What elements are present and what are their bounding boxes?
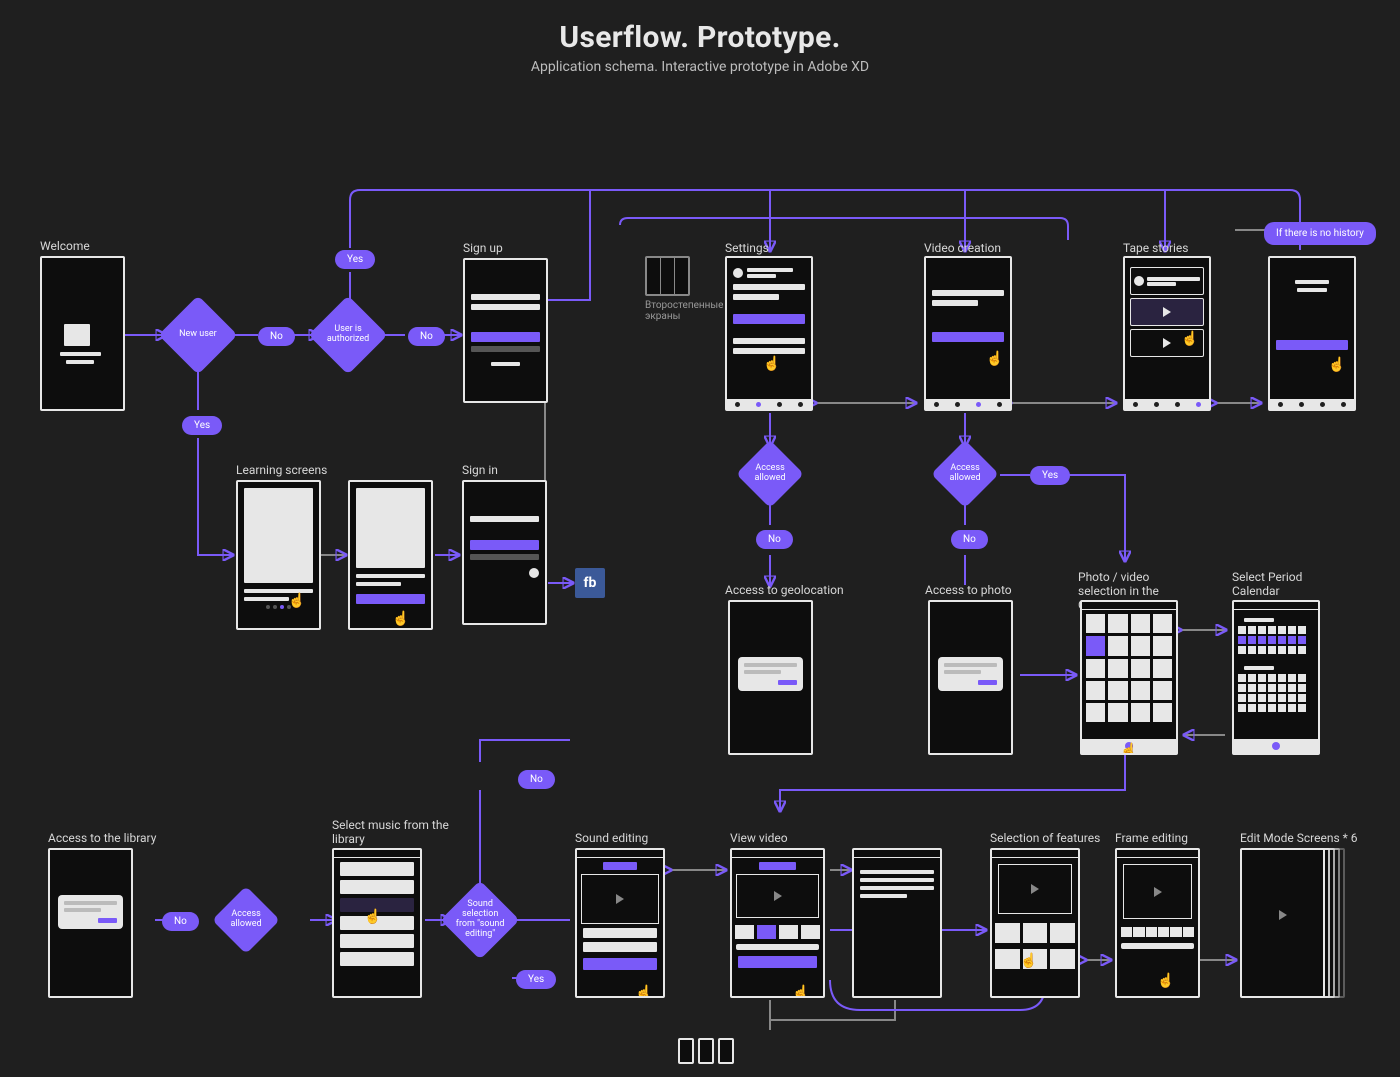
pill-yes-newuser: Yes: [182, 416, 222, 435]
label-features: Selection of features: [990, 831, 1100, 845]
page-title: Userflow. Prototype.: [0, 20, 1400, 55]
page-subtitle: Application schema. Interactive prototyp…: [0, 59, 1400, 75]
decision-access-2: Access allowed: [931, 440, 999, 508]
screen-select-music: [332, 848, 422, 998]
decision-access-1: Access allowed: [736, 440, 804, 508]
decision-access-3: Access allowed: [212, 886, 280, 954]
pill-no-newuser: No: [258, 327, 295, 346]
screen-no-history: [1268, 256, 1356, 411]
screen-welcome: [40, 256, 125, 411]
pill-no-history: If there is no history: [1264, 222, 1376, 245]
screen-gallery: [1080, 600, 1178, 755]
screen-settings: [725, 256, 813, 411]
label-signup: Sign up: [463, 241, 503, 255]
screen-text-view: [852, 848, 942, 998]
screen-view-video: [730, 848, 825, 998]
label-edit-mode: Edit Mode Screens * 6: [1240, 831, 1358, 845]
pill-no-access2: No: [951, 530, 988, 549]
label-frame-editing: Frame editing: [1115, 831, 1188, 845]
label-select-music: Select music from the library: [332, 818, 452, 846]
pill-yes-access2: Yes: [1030, 466, 1070, 485]
label-settings-aside: Второстепенные экраны: [645, 300, 705, 322]
screen-settings-thumb: [645, 256, 690, 296]
label-signin: Sign in: [462, 463, 498, 477]
decision-user-authorized: User is authorized: [308, 295, 387, 374]
page-header: Userflow. Prototype. Application schema.…: [0, 0, 1400, 75]
label-tape-stories: Tape stories: [1123, 241, 1189, 255]
pill-yes-auth: Yes: [335, 250, 375, 269]
label-welcome: Welcome: [40, 239, 90, 253]
fb-icon: fb: [575, 568, 605, 598]
pill-no-lib: No: [162, 912, 199, 931]
screen-learning-1: [236, 480, 321, 630]
screen-frame-editing: [1115, 848, 1200, 998]
screen-tape-stories: [1123, 256, 1211, 411]
screen-edit-mode-stack: [1240, 848, 1325, 998]
screen-signup: [463, 258, 548, 403]
screen-calendar: [1232, 600, 1320, 755]
screen-signin: [462, 480, 547, 625]
mini-screens: [678, 1038, 734, 1064]
label-calendar: Select Period Calendar: [1232, 570, 1332, 598]
pill-no-auth: No: [408, 327, 445, 346]
decision-new-user: New user: [158, 295, 237, 374]
label-view-video: View video: [730, 831, 788, 845]
label-learning: Learning screens: [236, 463, 327, 477]
pill-yes-sound: Yes: [516, 970, 556, 989]
decision-sound-selection: Sound selection from "sound editing": [440, 880, 519, 959]
screen-features: [990, 848, 1080, 998]
screen-access-lib: [48, 848, 133, 998]
screen-learning-2: [348, 480, 433, 630]
screen-geo: [728, 600, 813, 755]
label-settings: Settings: [725, 241, 769, 255]
pill-no-access1: No: [756, 530, 793, 549]
screen-photo: [928, 600, 1013, 755]
screen-sound-editing: [575, 848, 665, 998]
label-photo: Access to photo: [925, 583, 1012, 597]
label-access-lib: Access to the library: [48, 831, 156, 845]
label-sound-editing: Sound editing: [575, 831, 648, 845]
screen-video-creation: [924, 256, 1012, 411]
label-geo: Access to geolocation: [725, 583, 844, 597]
pill-no-sound: No: [518, 770, 555, 789]
label-video-creation: Video creation: [924, 241, 1001, 255]
